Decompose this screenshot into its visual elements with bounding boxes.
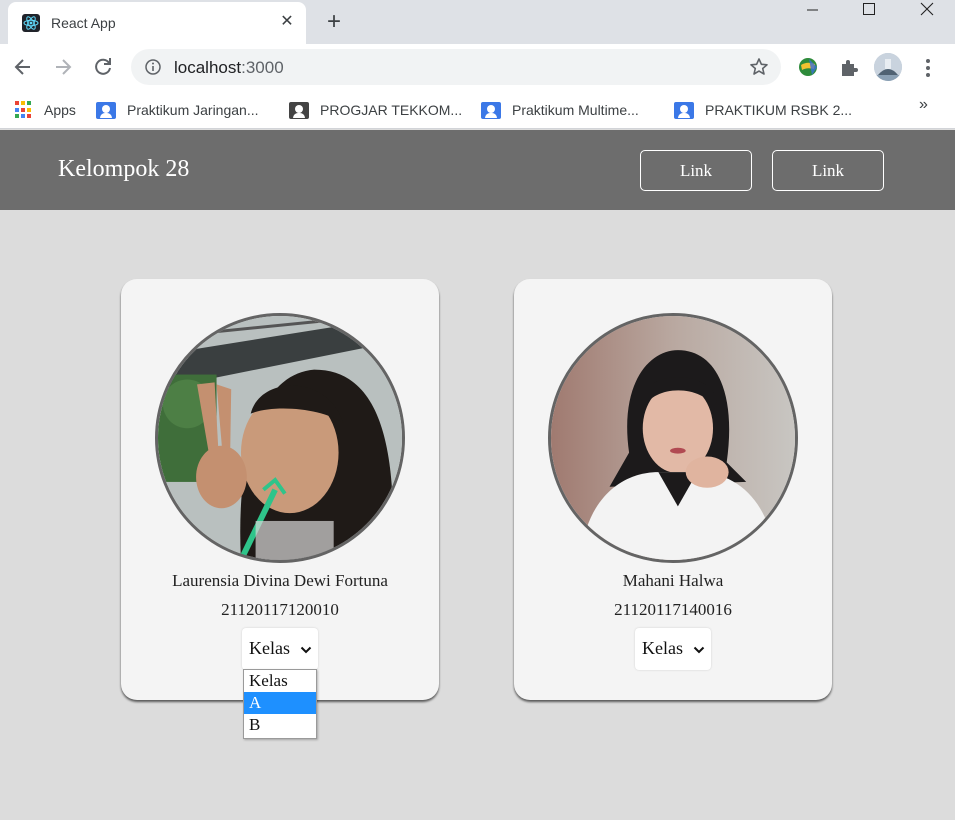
react-logo-icon bbox=[22, 14, 40, 32]
dropdown-option-a[interactable]: A bbox=[244, 692, 316, 714]
bookmarks-overflow-icon[interactable]: » bbox=[919, 96, 928, 114]
nav-link-2[interactable]: Link bbox=[772, 150, 884, 191]
url-host: localhost bbox=[174, 58, 242, 77]
minimize-icon[interactable] bbox=[783, 0, 841, 30]
member-name: Laurensia Divina Dewi Fortuna bbox=[172, 571, 388, 590]
kelas-select-value: Kelas bbox=[642, 638, 683, 658]
reload-icon[interactable] bbox=[88, 52, 118, 82]
tab-title: React App bbox=[51, 15, 116, 31]
member-photo bbox=[155, 313, 405, 563]
kelas-dropdown-list: Kelas A B bbox=[243, 669, 317, 739]
kelas-select-value: Kelas bbox=[249, 638, 290, 658]
browser-tab[interactable]: React App ✕ bbox=[8, 2, 306, 44]
classroom-icon bbox=[289, 101, 309, 119]
browser-toolbar: localhost:3000 bbox=[0, 44, 955, 90]
site-navbar: Kelompok 28 Link Link bbox=[0, 130, 955, 210]
extensions-puzzle-icon[interactable] bbox=[837, 55, 861, 79]
bookmark-label: PROGJAR TEKKOM... bbox=[320, 102, 463, 118]
maximize-icon[interactable] bbox=[841, 0, 899, 30]
bookmark-label: Apps bbox=[44, 102, 76, 118]
dropdown-option-b[interactable]: B bbox=[244, 714, 316, 736]
close-tab-icon[interactable]: ✕ bbox=[276, 11, 298, 33]
kelas-select[interactable]: Kelas bbox=[635, 628, 711, 670]
bookmarks-bar: Apps Praktikum Jaringan... PROGJAR TEKKO… bbox=[0, 90, 955, 129]
url-port: :3000 bbox=[241, 58, 284, 77]
bookmark-label: Praktikum Jaringan... bbox=[127, 102, 259, 118]
bookmark-praktikum-multimedia[interactable]: Praktikum Multime... bbox=[481, 99, 639, 121]
chevron-down-icon bbox=[300, 643, 312, 655]
more-menu-icon[interactable] bbox=[916, 56, 940, 80]
address-bar[interactable]: localhost:3000 bbox=[131, 49, 781, 85]
brand-title[interactable]: Kelompok 28 bbox=[58, 156, 189, 183]
window-close-icon[interactable] bbox=[899, 0, 955, 30]
classroom-icon bbox=[96, 101, 116, 119]
forward-arrow-icon[interactable] bbox=[48, 52, 78, 82]
url-text: localhost:3000 bbox=[174, 58, 284, 78]
bookmark-star-icon[interactable] bbox=[749, 57, 769, 77]
new-tab-icon[interactable]: + bbox=[321, 10, 347, 36]
member-nim: 21120117120010 bbox=[221, 600, 339, 619]
member-name: Mahani Halwa bbox=[622, 571, 724, 590]
classroom-icon bbox=[674, 101, 694, 119]
info-icon[interactable] bbox=[145, 59, 161, 75]
bookmark-label: Praktikum Multime... bbox=[512, 102, 639, 118]
bookmark-progjar-tekkom[interactable]: PROGJAR TEKKOM... bbox=[289, 99, 462, 121]
nav-link-1[interactable]: Link bbox=[640, 150, 752, 191]
extension-globe-icon[interactable] bbox=[797, 55, 821, 79]
bookmark-apps[interactable]: Apps bbox=[15, 99, 76, 121]
browser-tabstrip: React App ✕ + bbox=[0, 0, 955, 44]
chevron-down-icon bbox=[693, 643, 705, 655]
profile-avatar[interactable] bbox=[874, 53, 902, 81]
dropdown-option-kelas[interactable]: Kelas bbox=[244, 670, 316, 692]
bookmark-label: PRAKTIKUM RSBK 2... bbox=[705, 102, 853, 118]
member-nim: 21120117140016 bbox=[614, 600, 732, 619]
classroom-icon bbox=[481, 101, 501, 119]
member-card: Mahani Halwa 21120117140016 Kelas bbox=[514, 279, 832, 700]
bookmark-praktikum-rsbk[interactable]: PRAKTIKUM RSBK 2... bbox=[674, 99, 852, 121]
member-photo bbox=[548, 313, 798, 563]
member-card: Laurensia Divina Dewi Fortuna 2112011712… bbox=[121, 279, 439, 700]
bookmark-praktikum-jaringan[interactable]: Praktikum Jaringan... bbox=[96, 99, 259, 121]
apps-grid-icon bbox=[15, 101, 33, 119]
back-arrow-icon[interactable] bbox=[8, 52, 38, 82]
kelas-select[interactable]: Kelas bbox=[242, 628, 318, 670]
